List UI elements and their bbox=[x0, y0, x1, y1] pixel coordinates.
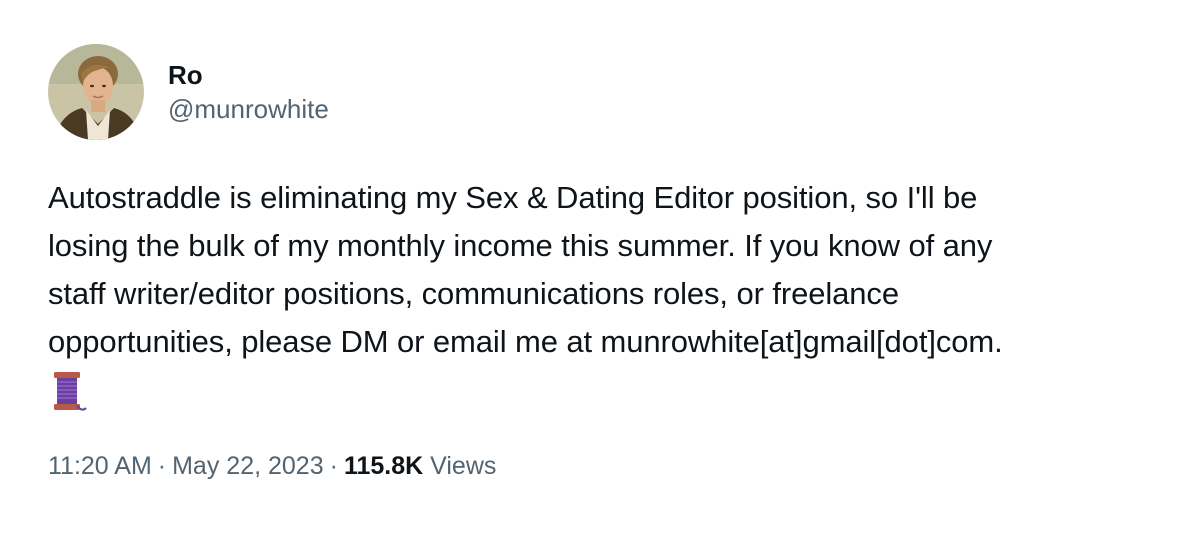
tweet-text-line: opportunities, please DM or email me at … bbox=[48, 324, 1003, 359]
tweet-header: Ro @munrowhite bbox=[48, 44, 329, 140]
tweet-time[interactable]: 11:20 AM bbox=[48, 452, 152, 480]
avatar-image bbox=[48, 44, 144, 140]
tweet-meta: 11:20 AM · May 22, 2023 · 115.8K Views bbox=[48, 448, 496, 484]
author-names: Ro @munrowhite bbox=[168, 58, 329, 126]
tweet-date[interactable]: May 22, 2023 bbox=[172, 452, 324, 480]
views-count[interactable]: 115.8K bbox=[344, 452, 423, 480]
tweet-text: Autostraddle is eliminating my Sex & Dat… bbox=[48, 174, 1158, 428]
avatar[interactable] bbox=[48, 44, 144, 140]
tweet-text-line: staff writer/editor positions, communica… bbox=[48, 276, 899, 311]
views-label: Views bbox=[430, 452, 497, 480]
author-display-name[interactable]: Ro bbox=[168, 58, 329, 92]
author-handle[interactable]: @munrowhite bbox=[168, 92, 329, 126]
meta-separator: · bbox=[329, 452, 338, 480]
tweet-text-line: Autostraddle is eliminating my Sex & Dat… bbox=[48, 180, 978, 215]
meta-separator: · bbox=[157, 452, 167, 480]
thread-spool-icon bbox=[48, 370, 88, 428]
tweet-card: Ro @munrowhite Autostraddle is eliminati… bbox=[0, 0, 1200, 540]
tweet-text-line: losing the bulk of my monthly income thi… bbox=[48, 228, 993, 263]
